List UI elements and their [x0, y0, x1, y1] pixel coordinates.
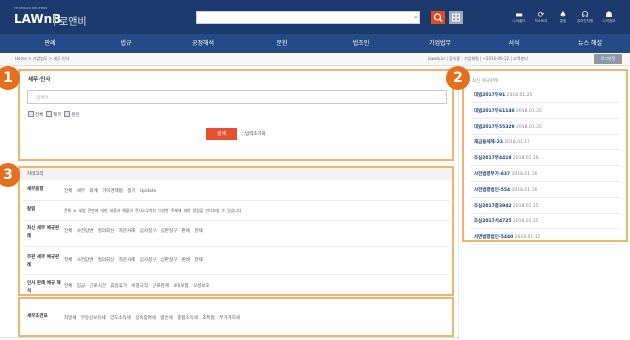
scope-body-checkbox[interactable]: 본문 — [64, 111, 80, 118]
user-button[interactable]: ☗ 나의정보 — [600, 10, 618, 24]
session-info: lawnb.kr | 접속중 : 기업회원 | ~2016-06-22 | 고객… — [428, 56, 528, 61]
scope-title-checkbox[interactable]: 제목 — [46, 111, 61, 118]
grid-button[interactable] — [449, 11, 463, 24]
row-divider — [470, 165, 620, 167]
search-submit-button[interactable]: 검색 — [206, 128, 237, 140]
scope-all-checkbox[interactable]: 전체 — [28, 111, 43, 118]
section-title: 세무·인사 — [28, 77, 51, 83]
row-divider — [470, 196, 620, 198]
checkbox-icon — [46, 111, 53, 117]
nav-item-lawyers[interactable]: 법조인 — [326, 38, 396, 47]
row-divider — [470, 228, 620, 230]
brand-caption: THOMSON REUTERS — [14, 6, 48, 10]
support-icon: ☊ — [581, 10, 589, 19]
global-search-input[interactable] — [196, 11, 420, 24]
ruling-item[interactable]: 서면법령법인-5440 2018.01.12 — [474, 234, 540, 240]
ruling-item[interactable]: 재금융세제-23 2018.01.17 — [474, 139, 530, 145]
category-label[interactable]: 세무동향 — [27, 186, 61, 194]
category-links[interactable]: 지방세 부동산보유세 양도소득세 상속증여세 법인세 종합소득세 조특법 부가가… — [64, 315, 240, 321]
row-divider — [470, 117, 620, 119]
nav-item-precedents[interactable]: 판례 — [15, 38, 85, 47]
nav-item-forms[interactable]: 서식 — [479, 38, 549, 47]
section-badge-1: 1 — [0, 66, 20, 90]
user-icon: ☗ — [605, 10, 613, 19]
history-icon: ⟳ — [537, 10, 545, 19]
support-button[interactable]: ☊ 온라인지원 — [576, 10, 594, 24]
ruling-item[interactable]: 대법2017두61140 2018.01.25 — [474, 108, 542, 114]
nav-item-interpretation[interactable]: 공정해석 — [168, 38, 238, 47]
category-links[interactable]: 전체 ※ 세법 전반에 대한 내용과 예물의 전사노무까지 다양한 주제에 대한… — [64, 208, 243, 214]
keyword-input[interactable]: 검색어 — [27, 90, 447, 104]
alert-button[interactable]: ♠ 알림 — [554, 10, 572, 24]
breadcrumb[interactable]: Home > 기업법무 > 세무·인사 — [15, 56, 69, 62]
row-divider — [22, 200, 450, 201]
ruling-item[interactable]: 사전법령부가-837 2018.01.16 — [474, 171, 537, 177]
alert-icon: ♠ — [559, 10, 567, 19]
logo-divider — [54, 15, 55, 26]
category-label[interactable]: 세무조견표 — [27, 313, 61, 321]
latest-rulings-title: 최신 예규판례 — [472, 79, 499, 84]
row-divider — [22, 274, 450, 275]
search-icon — [433, 13, 443, 22]
ruling-item[interactable]: 조심2017부4419 2018.01.16 — [474, 155, 539, 161]
category-label[interactable]: 칼럼 — [27, 206, 61, 214]
category-label[interactable]: 인사 판례 예규 해석 — [27, 280, 61, 296]
breadcrumb-bar — [0, 53, 630, 66]
nav-item-corporate-legal[interactable]: 기업법무 — [405, 38, 475, 47]
section-badge-3: 3 — [0, 163, 20, 187]
ruling-item[interactable]: 조심2017중3942 2018.01.15 — [474, 203, 539, 209]
category-header — [20, 168, 452, 180]
ruling-item[interactable]: 대법2017두91 2018.01.25 — [474, 92, 532, 98]
reset-input-link[interactable]: ◌입력초기화 — [241, 131, 266, 137]
folder-icon: ▬ — [515, 10, 523, 19]
row-divider — [470, 212, 620, 214]
checkbox-icon — [28, 111, 34, 117]
search-button[interactable] — [431, 11, 445, 24]
category-label[interactable]: 최신 세무 예규판례 — [27, 225, 61, 241]
category-title: 카테고리 — [27, 172, 44, 177]
row-divider — [470, 102, 620, 103]
row-divider — [470, 149, 620, 151]
ruling-item[interactable]: 사전법령법인-554 2018.01.16 — [474, 187, 537, 193]
category-links[interactable]: 전체 사전답변 질의회신 자문사례 심사청구 심판청구 판례 헌재 — [64, 228, 203, 234]
ruling-item[interactable]: 대법2017두55329 2018.01.25 — [474, 124, 542, 130]
category-links[interactable]: 전체 세무 회계 가이경제법 정기 Update — [64, 188, 156, 194]
category-label[interactable]: 주판 세무 예규판례 — [27, 254, 61, 270]
content-divider — [458, 66, 459, 340]
category-links[interactable]: 전체 임금 근로시간 휴일휴가 비정규직 근로관계 4대보험 모성보호 — [64, 283, 210, 289]
search-panel-highlight — [18, 69, 454, 161]
content-bottom-border — [0, 337, 460, 338]
nav-item-news[interactable]: 뉴스 해설 — [555, 38, 625, 47]
row-divider — [470, 133, 620, 135]
logout-button[interactable]: 로그아웃 — [594, 54, 622, 64]
row-divider — [470, 181, 620, 182]
row-divider — [22, 246, 450, 247]
ruling-item[interactable]: 조심2017서4725 2018.01.15 — [474, 218, 539, 224]
history-button[interactable]: ⟳ 히스토리 — [532, 10, 550, 24]
grid-icon — [452, 13, 460, 22]
nav-item-literature[interactable]: 문헌 — [247, 38, 317, 47]
logo-subtitle: 로앤비 — [59, 17, 87, 28]
folder-button[interactable]: ▬ 나의폴더 — [510, 10, 528, 24]
search-scope-options: 전체 제목 본문 — [28, 111, 80, 118]
nav-item-laws[interactable]: 법규 — [91, 38, 161, 47]
chevron-down-icon[interactable]: ⌄ — [413, 12, 419, 20]
checkbox-icon — [64, 111, 71, 117]
row-divider — [470, 244, 620, 246]
row-divider — [22, 220, 450, 221]
category-links[interactable]: 전체 사전답변 질의회신 자문사례 심사청구 심판청구 판례 헌재 — [64, 257, 203, 263]
section-badge-2: 2 — [446, 66, 470, 90]
